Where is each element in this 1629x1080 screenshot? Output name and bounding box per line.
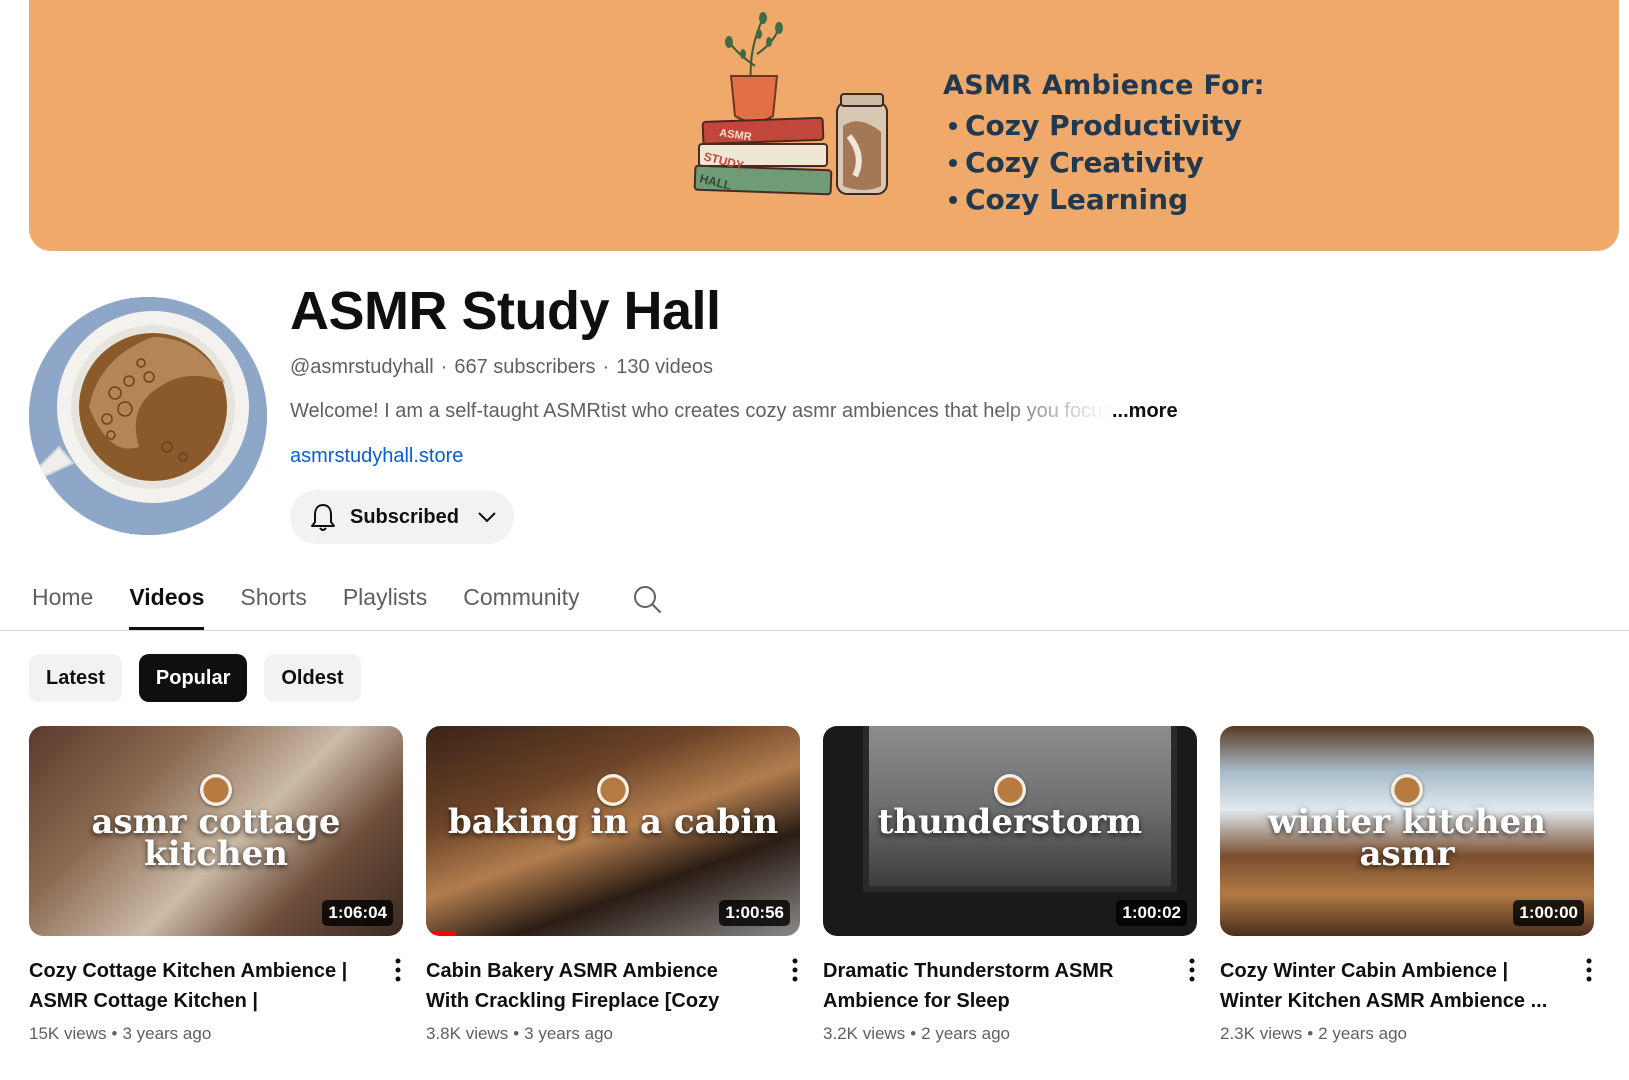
video-card[interactable]: asmr cottage kitchen 1:06:04 Cozy Cottag… [29, 726, 403, 1044]
tab-playlists[interactable]: Playlists [343, 578, 427, 630]
upload-age: 2 years ago [921, 1024, 1010, 1043]
channel-meta: @asmrstudyhall · 667 subscribers · 130 video… [290, 356, 713, 379]
view-count: 2.3K views [1220, 1024, 1303, 1043]
subscribe-label: Subscribed [350, 505, 459, 528]
channel-avatar[interactable] [29, 297, 267, 535]
video-card[interactable]: thunderstorm 1:00:02 Dramatic Thundersto… [823, 726, 1197, 1044]
more-vert-icon[interactable] [395, 958, 401, 982]
banner-line-text: Cozy Learning [965, 183, 1189, 216]
video-meta: 15K views • 3 years ago [29, 1024, 403, 1044]
channel-tabs: Home Videos Shorts Playlists Community [32, 578, 662, 630]
tab-shorts[interactable]: Shorts [240, 578, 306, 630]
more-vert-icon[interactable] [792, 958, 798, 982]
banner-line: Cozy Productivity [943, 107, 1265, 144]
channel-description[interactable]: Welcome! I am a self-taught ASMRtist who… [290, 400, 1178, 423]
upload-age: 2 years ago [1318, 1024, 1407, 1043]
channel-name: ASMR Study Hall [290, 281, 721, 341]
tab-videos[interactable]: Videos [129, 578, 205, 630]
channel-banner: ASMR STUDY HALL ASMR Ambience For: Cozy … [29, 0, 1619, 251]
meta-separator: • [910, 1024, 917, 1043]
more-vert-icon[interactable] [1586, 958, 1592, 982]
meta-separator: • [111, 1024, 118, 1043]
video-duration: 1:06:04 [322, 900, 393, 926]
video-duration: 1:00:02 [1116, 900, 1187, 926]
chip-oldest[interactable]: Oldest [264, 654, 361, 702]
video-thumbnail[interactable]: asmr cottage kitchen 1:06:04 [29, 726, 403, 936]
thumbnail-text: baking in a cabin [447, 802, 779, 842]
video-thumbnail[interactable]: thunderstorm 1:00:02 [823, 726, 1197, 936]
bullet-icon [949, 121, 957, 130]
channel-link[interactable]: asmrstudyhall.store [290, 445, 463, 468]
view-count: 3.2K views [823, 1024, 906, 1043]
coffee-cup-image [29, 297, 267, 535]
thumbnail-text: asmr cottage kitchen [91, 802, 341, 874]
tab-home[interactable]: Home [32, 578, 93, 630]
video-card[interactable]: baking in a cabin 1:00:56 Cabin Bakery A… [426, 726, 800, 1044]
video-title[interactable]: Cozy Cottage Kitchen Ambience | ASMR Cot… [29, 956, 359, 1016]
banner-line: Cozy Creativity [943, 144, 1265, 181]
video-count: 130 videos [616, 356, 713, 378]
thumbnail-text: thunderstorm [877, 802, 1143, 842]
video-meta: 3.8K views • 3 years ago [426, 1024, 800, 1044]
banner-line: Cozy Learning [943, 181, 1265, 218]
meta-separator: · [440, 356, 448, 378]
video-thumbnail[interactable]: winter kitchen asmr 1:00:00 [1220, 726, 1594, 936]
sort-chips: Latest Popular Oldest [29, 654, 378, 702]
channel-handle: @asmrstudyhall [290, 356, 434, 378]
bullet-icon [949, 158, 957, 167]
video-duration: 1:00:56 [719, 900, 790, 926]
view-count: 3.8K views [426, 1024, 509, 1043]
meta-separator: • [1307, 1024, 1314, 1043]
banner-illustration: ASMR STUDY HALL [693, 12, 888, 196]
description-text: Welcome! I am a self-taught ASMRtist who… [290, 400, 1110, 422]
banner-line-text: Cozy Creativity [965, 146, 1204, 179]
subscriber-count: 667 subscribers [454, 356, 596, 378]
upload-age: 3 years ago [122, 1024, 212, 1043]
watch-progress-bar [426, 931, 456, 936]
tab-community[interactable]: Community [463, 578, 579, 630]
tabs-divider [0, 630, 1629, 631]
chip-latest[interactable]: Latest [29, 654, 122, 702]
video-meta: 3.2K views • 2 years ago [823, 1024, 1197, 1044]
banner-line-text: Cozy Productivity [965, 109, 1242, 142]
video-meta: 2.3K views • 2 years ago [1220, 1024, 1594, 1044]
banner-text: ASMR Ambience For: Cozy Productivity Coz… [943, 70, 1265, 218]
video-card[interactable]: winter kitchen asmr 1:00:00 Cozy Winter … [1220, 726, 1594, 1044]
video-title[interactable]: Dramatic Thunderstorm ASMR Ambience for … [823, 956, 1153, 1016]
video-thumbnail[interactable]: baking in a cabin 1:00:56 [426, 726, 800, 936]
bell-icon [311, 504, 335, 531]
upload-age: 3 years ago [524, 1024, 613, 1043]
video-title[interactable]: Cabin Bakery ASMR Ambience With Cracklin… [426, 956, 756, 1016]
video-grid: asmr cottage kitchen 1:06:04 Cozy Cottag… [29, 726, 1617, 1044]
view-count: 15K views [29, 1024, 107, 1043]
more-vert-icon[interactable] [1189, 958, 1195, 982]
chevron-down-icon [478, 512, 496, 523]
video-duration: 1:00:00 [1513, 900, 1584, 926]
meta-separator: • [513, 1024, 520, 1043]
video-title[interactable]: Cozy Winter Cabin Ambience | Winter Kitc… [1220, 956, 1550, 1016]
more-link[interactable]: ...more [1112, 400, 1178, 423]
chip-popular[interactable]: Popular [138, 654, 248, 702]
subscribe-button[interactable]: Subscribed [290, 490, 514, 544]
meta-separator: · [602, 356, 610, 378]
thumbnail-text: winter kitchen asmr [1268, 802, 1546, 874]
banner-heading: ASMR Ambience For: [943, 70, 1265, 101]
bullet-icon [949, 195, 957, 204]
search-icon[interactable] [632, 584, 662, 614]
